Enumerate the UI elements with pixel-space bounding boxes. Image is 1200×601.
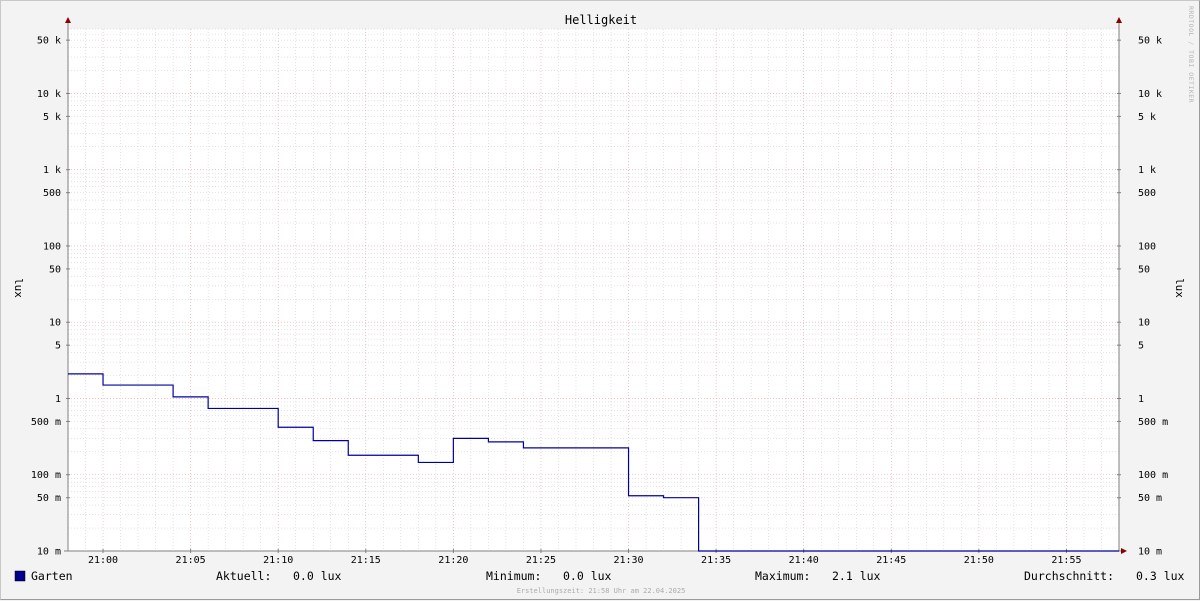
y-tick-label-left: 50: [49, 264, 61, 275]
y-tick-label-left: 50 k: [37, 36, 61, 47]
y-tick-label-right: 10 m: [1138, 547, 1162, 558]
footer-timestamp: Erstellungszeit: 21:58 Uhr am 22.04.2025: [517, 587, 686, 595]
y-tick-label-right: 50 m: [1138, 493, 1162, 504]
y-tick-label-left: 10 m: [37, 547, 61, 558]
y-tick-label-right: 500 m: [1138, 417, 1168, 428]
y-axis-arrow-right: [1116, 17, 1122, 23]
stat-current-label: Aktuell:: [216, 569, 271, 583]
watermark: RRDTOOL / TOBI OETIKER: [1187, 6, 1195, 103]
y-tick-label-right: 50: [1138, 264, 1150, 275]
stat-average-value: 0.3 lux: [1136, 569, 1185, 583]
x-tick-label: 21:45: [876, 555, 906, 566]
helligkeit-chart: 50 k50 k10 k10 k5 k5 k1 k1 k500500100100…: [1, 1, 1200, 601]
y-tick-label-left: 10: [49, 318, 61, 329]
stat-average-label: Durchschnitt:: [1024, 569, 1114, 583]
y-tick-label-left: 50 m: [37, 493, 61, 504]
x-tick-label: 21:00: [88, 555, 118, 566]
y-tick-label-right: 10: [1138, 318, 1150, 329]
stat-current-value: 0.0 lux: [293, 569, 342, 583]
stat-minimum-label: Minimum:: [486, 569, 541, 583]
y-tick-label-right: 50 k: [1138, 36, 1162, 47]
x-tick-label: 21:55: [1051, 555, 1081, 566]
y-axis-label-left: lux: [12, 278, 25, 298]
x-tick-label: 21:40: [789, 555, 819, 566]
stat-maximum-label: Maximum:: [755, 569, 810, 583]
x-tick-labels: 21:00 21:05 21:10 21:15 21:20 21:25 21:30 21:35…: [88, 555, 1082, 566]
y-tick-label-left: 1: [55, 394, 61, 405]
y-tick-label-left: 5: [55, 341, 61, 352]
x-tick-label: 21:05: [176, 555, 206, 566]
y-tick-label-left: 100 m: [31, 470, 61, 481]
x-axis-arrow: [1121, 548, 1127, 554]
x-tick-label: 21:15: [351, 555, 381, 566]
x-tick-label: 21:30: [613, 555, 643, 566]
y-tick-label-right: 5: [1138, 341, 1144, 352]
y-tick-label-right: 100: [1138, 241, 1156, 252]
stat-minimum-value: 0.0 lux: [563, 569, 612, 583]
x-tick-label: 21:20: [438, 555, 468, 566]
y-tick-label-left: 1 k: [43, 165, 61, 176]
y-tick-label-left: 100: [43, 241, 61, 252]
y-tick-label-right: 500: [1138, 188, 1156, 199]
y-tick-label-left: 10 k: [37, 89, 61, 100]
y-tick-label-left: 5 k: [43, 112, 61, 123]
y-tick-label-right: 1 k: [1138, 165, 1156, 176]
legend-series-name: Garten: [31, 569, 73, 583]
x-tick-label: 21:35: [701, 555, 731, 566]
y-tick-label-right: 1: [1138, 394, 1144, 405]
y-tick-label-left: 500 m: [31, 417, 61, 428]
x-tick-label: 21:50: [964, 555, 994, 566]
x-tick-label: 21:10: [263, 555, 293, 566]
chart-window: 50 k50 k10 k10 k5 k5 k1 k1 k500500100100…: [0, 0, 1200, 600]
x-tick-label: 21:25: [526, 555, 556, 566]
stat-maximum-value: 2.1 lux: [832, 569, 881, 583]
y-tick-label-right: 100 m: [1138, 470, 1168, 481]
chart-title: Helligkeit: [565, 13, 637, 27]
legend-swatch: [15, 571, 25, 581]
y-axis-arrow-left: [65, 17, 71, 23]
y-tick-label-right: 5 k: [1138, 112, 1156, 123]
y-tick-label-right: 10 k: [1138, 89, 1162, 100]
y-axis-label-right: lux: [1173, 278, 1186, 298]
y-tick-label-left: 500: [43, 188, 61, 199]
